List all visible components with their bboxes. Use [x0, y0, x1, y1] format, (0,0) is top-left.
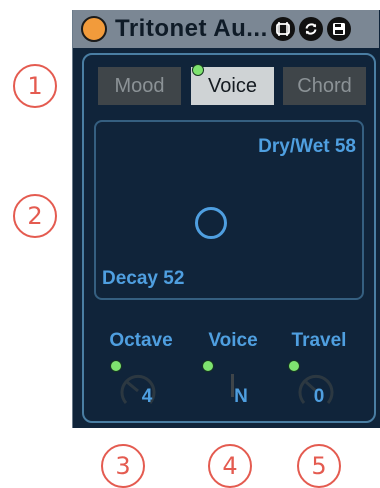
refresh-icon[interactable] [299, 17, 323, 41]
voice-value: N [234, 386, 248, 407]
voice-control[interactable]: Voice N [188, 330, 278, 420]
device-window: Tritonet Au... Mood Voice Chord Dry/Wet … [72, 10, 380, 428]
annotation-3: 3 [101, 444, 145, 488]
octave-value: 4 [141, 386, 153, 407]
travel-label: Travel [291, 330, 347, 351]
device-panel: Mood Voice Chord Dry/Wet 58 Decay 52 Oct… [82, 53, 376, 423]
octave-control[interactable]: Octave 4 [96, 330, 186, 420]
travel-control[interactable]: Travel 0 [274, 330, 364, 420]
tab-mood[interactable]: Mood [98, 67, 181, 105]
voice-label: Voice [208, 330, 258, 351]
annotation-5: 5 [297, 444, 341, 488]
device-title: Tritonet Au... [115, 15, 267, 42]
octave-label: Octave [109, 330, 173, 351]
save-icon[interactable] [327, 17, 351, 41]
power-button[interactable] [81, 16, 107, 42]
title-icon-group [271, 17, 351, 41]
tab-indicator-led [192, 64, 204, 76]
xy-handle[interactable] [195, 207, 227, 239]
capture-icon[interactable] [271, 17, 295, 41]
annotation-1: 1 [13, 64, 57, 108]
decay-label: Decay 52 [102, 268, 185, 289]
xy-pad[interactable]: Dry/Wet 58 Decay 52 [94, 120, 364, 300]
tab-chord[interactable]: Chord [283, 67, 366, 105]
device-titlebar: Tritonet Au... [73, 10, 379, 48]
tab-voice[interactable]: Voice [191, 67, 274, 105]
voice-led [202, 360, 214, 372]
annotation-4: 4 [208, 444, 252, 488]
dry-wet-label: Dry/Wet 58 [258, 136, 356, 157]
annotation-2: 2 [13, 194, 57, 238]
travel-value: 0 [313, 386, 325, 407]
